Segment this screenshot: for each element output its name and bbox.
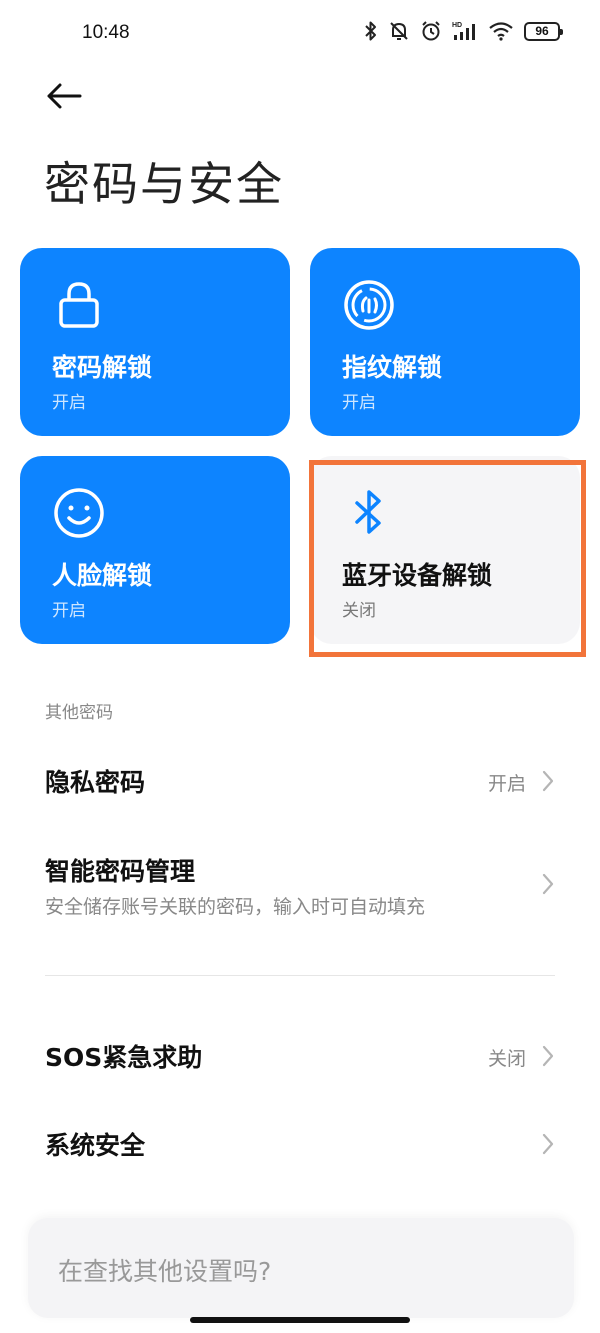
row-privacy-password[interactable]: 隐私密码 开启 <box>0 745 600 819</box>
row-value: 关闭 <box>487 1048 526 1070</box>
tile-bluetooth-unlock[interactable]: 蓝牙设备解锁 关闭 <box>310 456 580 644</box>
row-sos-emergency[interactable]: SOS紧急求助 关闭 <box>0 1020 600 1094</box>
tile-status: 开启 <box>52 601 86 621</box>
status-icons: HD 96 <box>364 20 563 42</box>
row-smart-password-manager[interactable]: 智能密码管理 安全储存账号关联的密码，输入时可自动填充 <box>0 838 600 938</box>
bluetooth-icon <box>355 490 381 534</box>
row-subtitle: 安全储存账号关联的密码，输入时可自动填充 <box>45 896 426 918</box>
chevron-right-icon <box>542 1045 554 1067</box>
row-system-security[interactable]: 系统安全 <box>0 1108 600 1182</box>
wifi-icon <box>489 22 513 41</box>
row-title: 智能密码管理 <box>45 857 196 886</box>
tile-status: 关闭 <box>342 601 376 621</box>
page-title: 密码与安全 <box>44 157 284 211</box>
row-title: 隐私密码 <box>45 768 146 797</box>
row-title: SOS紧急求助 <box>45 1043 203 1072</box>
tile-title: 人脸解锁 <box>52 561 153 590</box>
signal-icon: HD <box>452 22 475 40</box>
tile-fingerprint-unlock[interactable]: 指纹解锁 开启 <box>310 248 580 436</box>
alarm-icon <box>422 21 440 41</box>
hd-label: HD <box>452 22 462 29</box>
tile-title: 密码解锁 <box>52 353 153 382</box>
status-time: 10:48 <box>82 22 130 43</box>
tile-status: 开启 <box>52 393 86 413</box>
lock-icon <box>59 282 99 328</box>
back-button[interactable] <box>40 76 88 116</box>
tile-face-unlock[interactable]: 人脸解锁 开启 <box>20 456 290 644</box>
row-title: 系统安全 <box>45 1131 146 1160</box>
tile-password-unlock[interactable]: 密码解锁 开启 <box>20 248 290 436</box>
chevron-right-icon <box>542 770 554 792</box>
chevron-right-icon <box>542 1133 554 1155</box>
section-label-other-passwords: 其他密码 <box>45 703 113 723</box>
mute-icon <box>390 22 408 40</box>
divider <box>45 975 555 976</box>
tile-title: 蓝牙设备解锁 <box>342 561 493 590</box>
tile-status: 开启 <box>342 393 376 413</box>
tile-title: 指纹解锁 <box>342 353 443 382</box>
status-bar: 10:48 HD 96 <box>0 0 600 70</box>
fingerprint-icon <box>344 280 394 330</box>
bluetooth-icon <box>365 21 376 41</box>
home-indicator[interactable] <box>190 1317 410 1323</box>
back-arrow-icon <box>47 83 82 109</box>
battery-icon: 96 <box>524 21 563 41</box>
settings-search-bar[interactable]: 在查找其他设置吗? <box>28 1218 574 1318</box>
search-placeholder: 在查找其他设置吗? <box>58 1257 272 1286</box>
chevron-right-icon <box>542 873 554 895</box>
face-icon <box>54 488 104 538</box>
row-value: 开启 <box>487 773 526 795</box>
